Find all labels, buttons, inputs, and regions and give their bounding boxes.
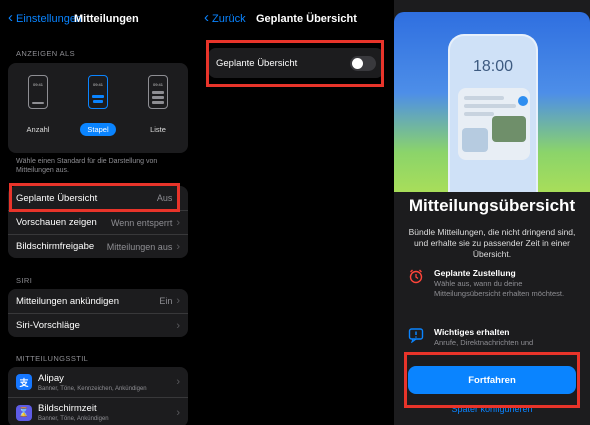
hero-time: 18:00: [472, 58, 514, 75]
chevron-right-icon: ›: [176, 216, 180, 229]
stack-style-option[interactable]: 09:41: [88, 75, 108, 109]
list-style-option[interactable]: 09:41: [148, 75, 168, 109]
chevron-left-icon: ‹: [8, 9, 13, 26]
siri-suggestions-row[interactable]: Siri-Vorschläge ›: [8, 313, 188, 337]
option-label-stack: Stapel: [80, 123, 116, 136]
feature-important: Wichtiges erhalten Anrufe, Direktnachric…: [408, 327, 580, 348]
scheduled-summary-panel: ‹ Zurück Geplante Übersicht Geplante Übe…: [196, 0, 394, 425]
hourglass-icon: ⌛: [16, 404, 32, 421]
chevron-right-icon: ›: [176, 192, 180, 204]
chevron-right-icon: ›: [176, 406, 180, 419]
scheduled-summary-row[interactable]: Geplante Übersicht Aus ›: [8, 186, 188, 210]
section-header-display: ANZEIGEN ALS: [16, 49, 75, 58]
message-alert-icon: [408, 328, 424, 343]
show-previews-row[interactable]: Vorschauen zeigen Wenn entsperrt ›: [8, 210, 188, 234]
option-label-list: Liste: [150, 125, 166, 134]
page-title: Geplante Übersicht: [256, 13, 357, 25]
settings-group: Geplante Übersicht Aus › Vorschauen zeig…: [8, 186, 188, 258]
screen-sharing-row[interactable]: Bildschirmfreigabe Mitteilungen aus ›: [8, 234, 188, 258]
onboarding-title: Mitteilungsübersicht: [408, 196, 576, 215]
scheduled-summary-toggle[interactable]: [350, 55, 376, 71]
notifications-settings-panel: ‹ Einstellungen Mitteilungen ANZEIGEN AL…: [0, 0, 196, 425]
chevron-right-icon: ›: [176, 240, 180, 253]
chevron-right-icon: ›: [176, 295, 180, 307]
display-style-picker: 09:41 09:41 09:41 Anzahl Stapel Liste: [8, 63, 188, 153]
app-list-group: 支 Alipay Banner, Töne, Kennzeichen, Ankü…: [8, 367, 188, 425]
toggle-group: Geplante Übersicht: [208, 48, 384, 78]
hero-illustration: 18:00: [394, 12, 590, 192]
feature-scheduled-delivery: Geplante Zustellung Wähle aus, wann du d…: [408, 268, 580, 299]
continue-button[interactable]: Fortfahren: [408, 366, 576, 394]
phone-illustration: 18:00: [448, 34, 538, 192]
app-row-screen-time[interactable]: ⌛ Bildschirmzeit Banner, Töne, Ankündige…: [8, 397, 188, 425]
app-badge-icon: [518, 96, 528, 106]
section-header-style: MITTEILUNGSSTIL: [16, 354, 89, 363]
back-button[interactable]: ‹ Zurück: [204, 9, 246, 26]
announce-notifications-row[interactable]: Mitteilungen ankündigen Ein ›: [8, 289, 188, 313]
page-title: Mitteilungen: [74, 13, 139, 25]
configure-later-link[interactable]: Später konfigurieren: [394, 404, 590, 414]
app-row-alipay[interactable]: 支 Alipay Banner, Töne, Kennzeichen, Ankü…: [8, 367, 188, 397]
count-style-option[interactable]: 09:41: [28, 75, 48, 109]
option-label-count: Anzahl: [26, 125, 50, 134]
onboarding-description: Bündle Mitteilungen, die nicht dringend …: [408, 227, 576, 259]
alarm-clock-icon: [409, 269, 423, 284]
chevron-left-icon: ‹: [204, 9, 209, 26]
siri-group: Mitteilungen ankündigen Ein › Siri-Vorsc…: [8, 289, 188, 337]
scheduled-summary-toggle-row: Geplante Übersicht: [208, 48, 384, 78]
nav-bar: ‹ Einstellungen Mitteilungen: [0, 10, 196, 30]
alipay-icon: 支: [16, 374, 32, 390]
section-header-siri: SIRI: [16, 276, 33, 285]
display-note: Wähle einen Standard für die Darstellung…: [16, 158, 158, 174]
back-button[interactable]: ‹ Einstellungen: [8, 9, 82, 26]
summary-onboarding-panel: 18:00 Mitteilungsübersicht Bündle Mittei…: [394, 0, 590, 425]
chevron-right-icon: ›: [176, 319, 180, 332]
chevron-right-icon: ›: [176, 376, 180, 388]
nav-bar: ‹ Zurück Geplante Übersicht: [196, 10, 394, 30]
